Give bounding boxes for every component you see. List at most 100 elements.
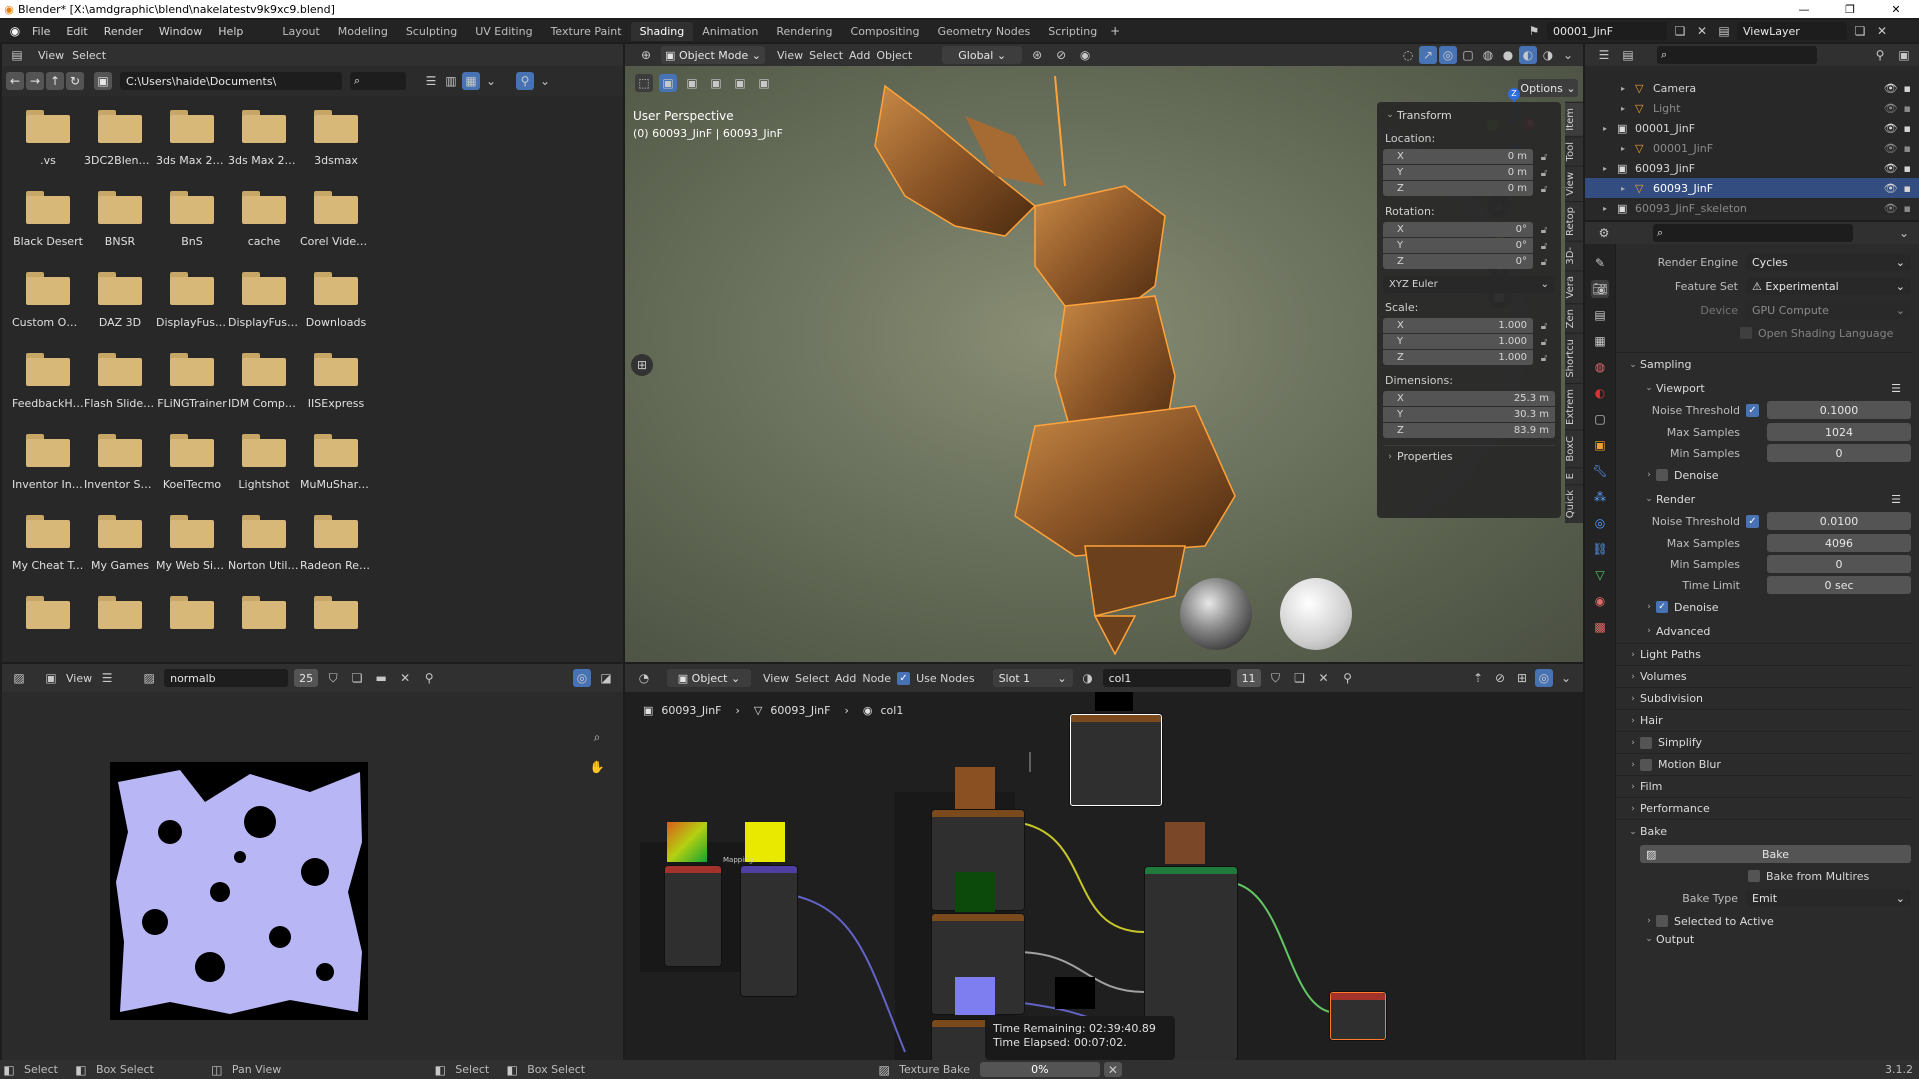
menu-window[interactable]: Window xyxy=(151,25,210,38)
select-tool-icon[interactable]: ⬚ xyxy=(635,74,653,92)
viewport-subpanel[interactable]: Viewport xyxy=(1656,382,1705,395)
editor-type-icon[interactable]: ▨ xyxy=(10,669,28,687)
tool-tab-icon[interactable]: ✎ xyxy=(1591,254,1609,272)
forward-icon[interactable]: → xyxy=(26,72,44,90)
render-engine-dropdown[interactable]: Cycles ⌄ xyxy=(1746,253,1911,271)
folder-item[interactable]: My Cheat Tab... xyxy=(12,511,84,592)
outliner-search-input[interactable]: ⌕ xyxy=(1657,46,1817,64)
eye-icon[interactable]: 👁︎ xyxy=(1884,82,1898,95)
delete-view-layer-icon[interactable]: ✕ xyxy=(1873,22,1891,40)
advanced-subpanel[interactable]: Advanced xyxy=(1656,625,1710,638)
sidebar-tab-e[interactable]: E xyxy=(1565,466,1583,484)
scale-z-field[interactable]: Z 1.000 xyxy=(1383,350,1533,365)
constraints-tab-icon[interactable]: ⛓ xyxy=(1591,540,1609,558)
sidebar-tab-zen[interactable]: Zen xyxy=(1565,303,1583,334)
editor-type-icon[interactable]: ☰ xyxy=(1595,46,1613,64)
slot-dropdown[interactable]: Slot 1 ⌄ xyxy=(992,669,1073,687)
fb-view-menu[interactable]: View xyxy=(38,49,64,62)
osl-checkbox[interactable] xyxy=(1740,327,1752,339)
material-tab-icon[interactable]: ◉ xyxy=(1591,592,1609,610)
vp-object-menu[interactable]: Object xyxy=(876,49,912,62)
folder-item[interactable]: Downloads xyxy=(300,268,372,349)
node-editor[interactable]: ▣ 60093_JinF › ▽ 60093_JinF › ◉ col1 Mappin… xyxy=(625,692,1583,1060)
ie-view-menu[interactable]: View xyxy=(66,672,92,685)
workspace-tab-layout[interactable]: Layout xyxy=(273,22,328,41)
outliner-row[interactable]: ▸ ▽ 60093_JinF 👁︎ ▪ xyxy=(1585,178,1919,198)
expand-arrow-icon[interactable]: ▸ xyxy=(1603,164,1617,173)
rotation-z-field[interactable]: Z 0° xyxy=(1383,254,1533,269)
open-image-icon[interactable]: ▬ xyxy=(372,669,390,687)
folder-item[interactable]: Black Desert xyxy=(12,187,84,268)
scene-field[interactable]: 00001_JinF xyxy=(1547,22,1667,40)
r-max-samples-field[interactable]: 4096 xyxy=(1767,534,1911,552)
selected-to-active-label[interactable]: Selected to Active xyxy=(1674,915,1774,928)
device-dropdown[interactable]: GPU Compute ⌄ xyxy=(1746,301,1911,319)
new-view-layer-icon[interactable]: ❏ xyxy=(1851,22,1869,40)
workspace-tab-shading[interactable]: Shading xyxy=(630,21,694,41)
particles-tab-icon[interactable]: ⁂ xyxy=(1591,488,1609,506)
rotation-mode-dropdown[interactable]: XYZ Euler ⌄ xyxy=(1383,276,1555,293)
bake-type-dropdown[interactable]: Emit ⌄ xyxy=(1746,889,1911,907)
panel-simplify[interactable]: › Simplify xyxy=(1616,731,1911,753)
eye-icon[interactable]: 👁︎ xyxy=(1884,202,1898,215)
path-field[interactable]: C:\Users\haide\Documents\ xyxy=(120,72,342,90)
r-denoise-checkbox[interactable]: ✓ xyxy=(1656,601,1668,613)
ie-display-icon[interactable]: ◪ xyxy=(597,669,615,687)
folder-item[interactable]: DAZ 3D xyxy=(84,268,156,349)
properties-subpanel[interactable]: Properties xyxy=(1397,450,1453,463)
eye-icon[interactable]: 👁︎ xyxy=(1884,142,1898,155)
new-collection-icon[interactable]: ▣ xyxy=(1895,46,1913,64)
outliner-row[interactable]: ▸ ▣ 60093_JinF 👁︎ ▪ xyxy=(1585,158,1919,178)
menu-render[interactable]: Render xyxy=(96,25,151,38)
folder-item[interactable]: BnS xyxy=(156,187,228,268)
sel-to-active-checkbox[interactable] xyxy=(1656,915,1668,927)
panel-hair[interactable]: › Hair xyxy=(1616,709,1911,731)
maximize-icon[interactable]: ❐ xyxy=(1827,3,1873,16)
scale-x-field[interactable]: X 1.000 xyxy=(1383,318,1533,333)
camera-render-icon[interactable]: ▪ xyxy=(1904,122,1911,135)
lock-icon[interactable]: 🔓︎ xyxy=(1533,353,1555,364)
image-users-field[interactable]: 25 xyxy=(294,669,319,687)
menu-help[interactable]: Help xyxy=(210,25,251,38)
parent-node-icon[interactable]: ⇡ xyxy=(1469,669,1487,687)
r-denoise-label[interactable]: Denoise xyxy=(1674,601,1719,614)
workspace-tab-animation[interactable]: Animation xyxy=(693,22,767,41)
outliner-row[interactable]: ▸ ▣ 60093_JinF_skeleton 👁︎ ▪ xyxy=(1585,198,1919,218)
display-settings-icon[interactable]: ⌄ xyxy=(482,72,500,90)
workspace-tab-rendering[interactable]: Rendering xyxy=(767,22,841,41)
texture-coordinate-node[interactable] xyxy=(665,866,721,966)
sidebar-tab-vera[interactable]: Vera xyxy=(1565,269,1583,304)
folder-item[interactable]: 3ds Max 2020 xyxy=(156,106,228,187)
image-name-field[interactable]: normalb xyxy=(164,669,289,687)
select-subtract-icon[interactable]: ▣ xyxy=(707,74,725,92)
dimensions-y-field[interactable]: Y 30.3 m xyxy=(1383,407,1555,422)
folder-item[interactable]: cache xyxy=(228,187,300,268)
folder-item[interactable]: 3dsmax xyxy=(300,106,372,187)
back-icon[interactable]: ← xyxy=(6,72,24,90)
folder-item[interactable]: FLiNGTrainer xyxy=(156,349,228,430)
camera-render-icon[interactable]: ▪ xyxy=(1904,202,1911,215)
panel-checkbox[interactable] xyxy=(1640,758,1652,771)
new-scene-icon[interactable]: ❏ xyxy=(1671,22,1689,40)
pin-icon[interactable]: ⚲ xyxy=(1339,669,1357,687)
camera-render-icon[interactable]: ▪ xyxy=(1904,142,1911,155)
object-tab-icon[interactable]: ▣ xyxy=(1591,436,1609,454)
data-tab-icon[interactable]: ▽ xyxy=(1591,566,1609,584)
xray-icon[interactable]: ▢ xyxy=(1459,46,1477,64)
select-new-icon[interactable]: ▣ xyxy=(659,74,677,92)
vp-view-menu[interactable]: View xyxy=(777,49,803,62)
vp-max-samples-field[interactable]: 1024 xyxy=(1767,423,1911,441)
dimensions-x-field[interactable]: X 25.3 m xyxy=(1383,391,1555,406)
folder-item[interactable]: 3DC2Blender xyxy=(84,106,156,187)
fb-select-menu[interactable]: Select xyxy=(72,49,106,62)
lock-icon[interactable]: 🔓︎ xyxy=(1533,152,1555,163)
lock-icon[interactable]: 🔓︎ xyxy=(1533,337,1555,348)
folder-item[interactable]: MuMuShared... xyxy=(300,430,372,511)
close-icon[interactable]: ✕ xyxy=(1873,3,1919,16)
cancel-bake-icon[interactable]: ✕ xyxy=(1103,1062,1122,1077)
folder-item[interactable] xyxy=(156,592,228,656)
eye-icon[interactable]: 👁︎ xyxy=(1884,102,1898,115)
folder-item[interactable]: My Games xyxy=(84,511,156,592)
render-subpanel[interactable]: Render xyxy=(1656,493,1695,506)
folder-item[interactable]: .vs xyxy=(12,106,84,187)
